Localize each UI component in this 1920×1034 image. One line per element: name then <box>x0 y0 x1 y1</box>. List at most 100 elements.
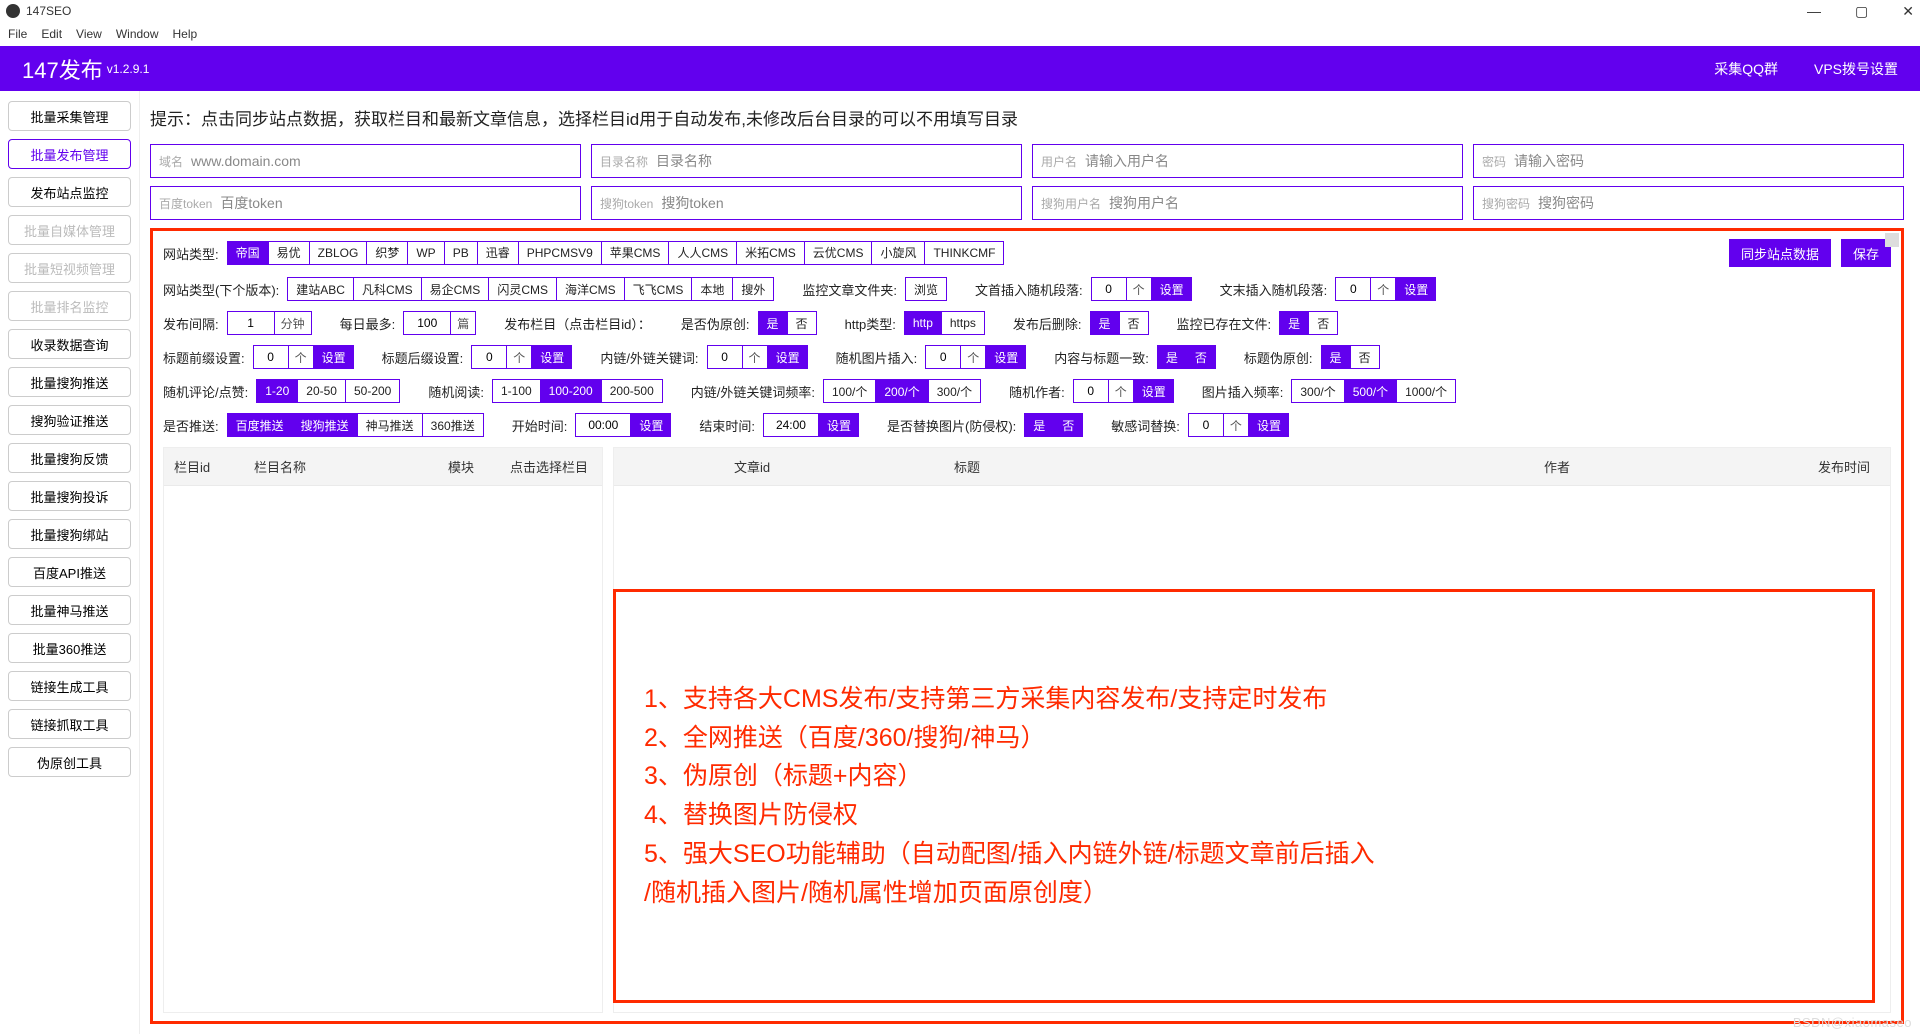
monitor-yes[interactable]: 是 <box>1279 311 1309 335</box>
menu-file[interactable]: File <box>8 27 27 41</box>
lk-items-opt-1[interactable]: 200/个 <box>875 379 928 403</box>
fake-no[interactable]: 否 <box>788 311 817 335</box>
rc-items-opt-1[interactable]: 20-50 <box>297 379 346 403</box>
sidebar-item-8[interactable]: 搜狗验证推送 <box>8 405 131 435</box>
pf-items-opt-2[interactable]: 1000/个 <box>1396 379 1456 403</box>
link-kw-input[interactable] <box>707 345 743 369</box>
sidebar-item-12[interactable]: 百度API推送 <box>8 557 131 587</box>
pf-items-opt-0[interactable]: 300/个 <box>1291 379 1344 403</box>
daily-input[interactable] <box>403 311 451 335</box>
replace-img-no[interactable]: 否 <box>1054 413 1083 437</box>
col-header-module[interactable]: 模块 <box>374 457 484 476</box>
sidebar-item-7[interactable]: 批量搜狗推送 <box>8 367 131 397</box>
lk-items-opt-0[interactable]: 100/个 <box>823 379 876 403</box>
cms-next-items-opt-5[interactable]: 飞飞CMS <box>624 277 693 301</box>
title-suffix-set[interactable]: 设置 <box>532 345 572 369</box>
window-close[interactable]: ✕ <box>1902 3 1914 20</box>
title-prefix-input[interactable] <box>253 345 289 369</box>
sidebar-item-1[interactable]: 批量发布管理 <box>8 139 131 169</box>
title-fake-no[interactable]: 否 <box>1351 345 1380 369</box>
title-fake-yes[interactable]: 是 <box>1321 345 1351 369</box>
art-header-time[interactable]: 发布时间 <box>1790 457 1890 476</box>
cms-items-opt-3[interactable]: 织梦 <box>366 241 408 265</box>
cms-next-items-opt-0[interactable]: 建站ABC <box>287 277 354 301</box>
monitor-no[interactable]: 否 <box>1309 311 1338 335</box>
content-match-no[interactable]: 否 <box>1187 345 1216 369</box>
inputs2-field-1[interactable] <box>661 195 1013 211</box>
doc-suffix-set[interactable]: 设置 <box>1396 277 1436 301</box>
sidebar-item-2[interactable]: 发布站点监控 <box>8 177 131 207</box>
http-option[interactable]: http <box>904 311 942 335</box>
replace-img-yes[interactable]: 是 <box>1024 413 1054 437</box>
pf-items-opt-1[interactable]: 500/个 <box>1344 379 1397 403</box>
cms-items-opt-8[interactable]: 苹果CMS <box>601 241 670 265</box>
sensitive-word-set[interactable]: 设置 <box>1249 413 1289 437</box>
cms-next-items-opt-1[interactable]: 凡科CMS <box>353 277 422 301</box>
rc-items-opt-0[interactable]: 1-20 <box>256 379 298 403</box>
sync-site-button[interactable]: 同步站点数据 <box>1729 239 1831 267</box>
menu-help[interactable]: Help <box>173 27 198 41</box>
inputs1-field-2[interactable] <box>1085 153 1454 169</box>
col-header-id[interactable]: 栏目id <box>164 457 244 476</box>
push-items-opt-3[interactable]: 360推送 <box>422 413 484 437</box>
col-header-name[interactable]: 栏目名称 <box>244 457 374 476</box>
sidebar-item-17[interactable]: 伪原创工具 <box>8 747 131 777</box>
sidebar-item-6[interactable]: 收录数据查询 <box>8 329 131 359</box>
cms-items-opt-1[interactable]: 易优 <box>268 241 310 265</box>
inputs2-field-2[interactable] <box>1109 195 1454 211</box>
browse-button[interactable]: 浏览 <box>905 277 947 301</box>
title-suffix-input[interactable] <box>471 345 507 369</box>
inputs1-field-1[interactable] <box>656 153 1013 169</box>
cms-items-opt-0[interactable]: 帝国 <box>227 241 269 265</box>
push-items-opt-2[interactable]: 神马推送 <box>357 413 423 437</box>
sensitive-word-input[interactable] <box>1188 413 1224 437</box>
inputs2-field-3[interactable] <box>1538 195 1895 211</box>
content-match-yes[interactable]: 是 <box>1157 345 1187 369</box>
rand-author-set[interactable]: 设置 <box>1134 379 1174 403</box>
rand-img-set[interactable]: 设置 <box>986 345 1026 369</box>
rand-author-input[interactable] <box>1073 379 1109 403</box>
cms-next-items-opt-2[interactable]: 易企CMS <box>421 277 490 301</box>
link-kw-set[interactable]: 设置 <box>768 345 808 369</box>
window-maximize[interactable]: ▢ <box>1855 3 1868 20</box>
sidebar-item-13[interactable]: 批量神马推送 <box>8 595 131 625</box>
delete-yes[interactable]: 是 <box>1090 311 1120 335</box>
menu-view[interactable]: View <box>76 27 102 41</box>
lk-items-opt-2[interactable]: 300/个 <box>928 379 981 403</box>
cms-items-opt-13[interactable]: THINKCMF <box>924 241 1004 265</box>
inputs1-field-3[interactable] <box>1514 153 1895 169</box>
cms-items-opt-5[interactable]: PB <box>444 241 478 265</box>
sidebar-item-10[interactable]: 批量搜狗投诉 <box>8 481 131 511</box>
inputs1-field-0[interactable] <box>191 153 572 169</box>
sidebar-item-16[interactable]: 链接抓取工具 <box>8 709 131 739</box>
cms-next-items-opt-6[interactable]: 本地 <box>691 277 733 301</box>
cms-items-opt-2[interactable]: ZBLOG <box>309 241 368 265</box>
doc-suffix-input[interactable] <box>1335 277 1371 301</box>
menu-window[interactable]: Window <box>116 27 159 41</box>
interval-input[interactable] <box>227 311 275 335</box>
cms-items-opt-9[interactable]: 人人CMS <box>668 241 737 265</box>
title-prefix-set[interactable]: 设置 <box>314 345 354 369</box>
doc-prefix-input[interactable] <box>1091 277 1127 301</box>
menu-edit[interactable]: Edit <box>41 27 62 41</box>
cms-next-items-opt-4[interactable]: 海洋CMS <box>556 277 625 301</box>
link-vps-dial[interactable]: VPS拨号设置 <box>1814 59 1898 79</box>
cms-items-opt-4[interactable]: WP <box>407 241 444 265</box>
art-header-author[interactable]: 作者 <box>1224 457 1790 476</box>
art-header-title[interactable]: 标题 <box>824 457 1224 476</box>
link-qq-group[interactable]: 采集QQ群 <box>1714 59 1778 79</box>
sidebar-item-14[interactable]: 批量360推送 <box>8 633 131 663</box>
push-items-opt-0[interactable]: 百度推送 <box>227 413 293 437</box>
delete-no[interactable]: 否 <box>1120 311 1149 335</box>
inputs2-field-0[interactable] <box>220 195 572 211</box>
sidebar-item-0[interactable]: 批量采集管理 <box>8 101 131 131</box>
https-option[interactable]: https <box>942 311 985 335</box>
cms-items-opt-6[interactable]: 迅睿 <box>477 241 519 265</box>
rc-items-opt-2[interactable]: 50-200 <box>345 379 400 403</box>
cms-items-opt-7[interactable]: PHPCMSV9 <box>518 241 602 265</box>
push-items-opt-1[interactable]: 搜狗推送 <box>292 413 358 437</box>
end-time-set[interactable]: 设置 <box>819 413 859 437</box>
window-minimize[interactable]: — <box>1807 3 1821 20</box>
art-header-id[interactable]: 文章id <box>614 457 824 476</box>
sidebar-item-15[interactable]: 链接生成工具 <box>8 671 131 701</box>
